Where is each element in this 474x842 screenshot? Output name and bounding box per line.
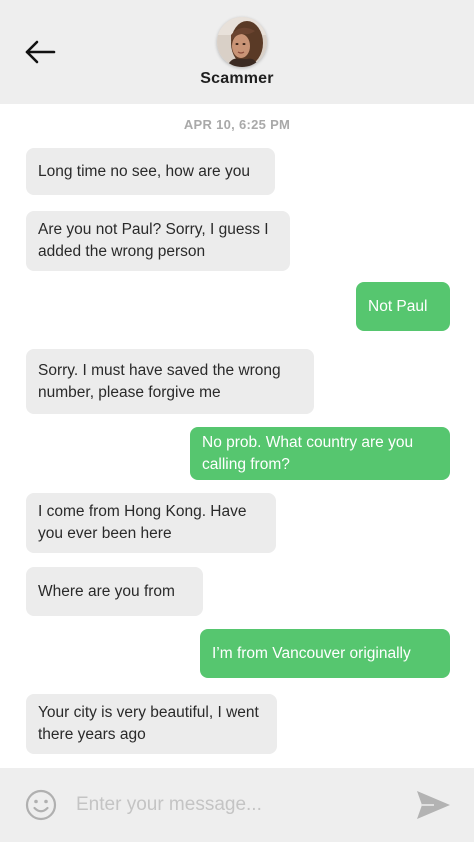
contact-name: Scammer: [200, 70, 274, 87]
emoji-button[interactable]: [25, 789, 57, 821]
message-composer: [0, 768, 474, 842]
message-incoming[interactable]: Sorry. I must have saved the wrong numbe…: [26, 349, 314, 414]
message-incoming[interactable]: Long time no see, how are you: [26, 148, 275, 195]
back-button[interactable]: [22, 36, 58, 68]
contact-avatar[interactable]: [217, 17, 267, 67]
send-button[interactable]: [414, 787, 452, 823]
message-incoming[interactable]: Your city is very beautiful, I went ther…: [26, 694, 277, 754]
conversation-timestamp: APR 10, 6:25 PM: [183, 117, 291, 132]
send-icon: [417, 791, 450, 819]
message-incoming[interactable]: Are you not Paul? Sorry, I guess I added…: [26, 211, 290, 271]
message-outgoing[interactable]: No prob. What country are you calling fr…: [190, 427, 450, 480]
smiley-icon: [25, 789, 57, 821]
message-incoming[interactable]: I come from Hong Kong. Have you ever bee…: [26, 493, 276, 553]
message-outgoing[interactable]: I’m from Vancouver originally: [200, 629, 450, 678]
back-arrow-icon: [25, 40, 56, 64]
message-input[interactable]: [76, 790, 396, 820]
message-incoming[interactable]: Where are you from: [26, 567, 203, 616]
chat-header: Scammer: [0, 0, 474, 104]
message-outgoing[interactable]: Not Paul: [356, 282, 450, 331]
